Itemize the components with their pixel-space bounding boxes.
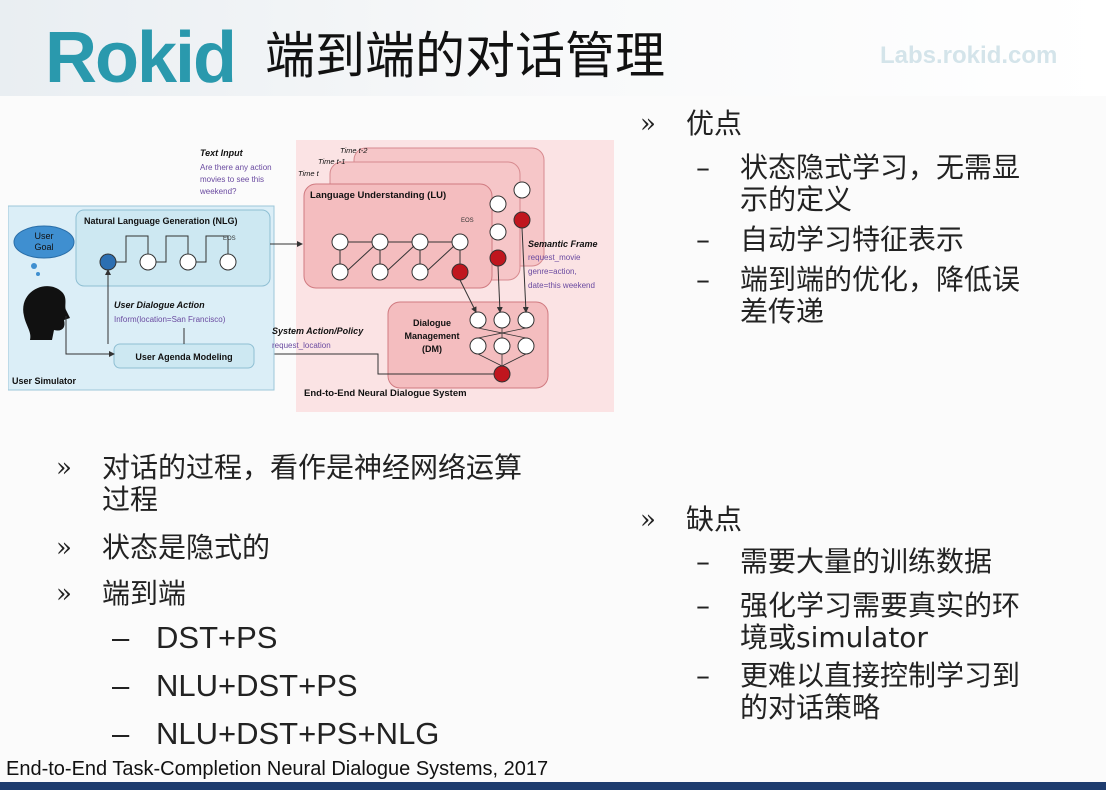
lu-node <box>371 233 389 251</box>
dash-marker: – <box>696 151 710 184</box>
dm-node <box>469 337 487 355</box>
time-label-t: Time t <box>298 169 320 178</box>
left-bullet-line: 状态是隐式的 <box>102 531 271 564</box>
text-input-line: movies to see this <box>200 175 264 184</box>
e2e-dialogue-diagram: Language Understanding (LU) Time t-2 Tim… <box>8 140 614 412</box>
nlg-start-node <box>99 253 117 271</box>
bullet-marker: » <box>56 453 72 483</box>
frame-line: request_movie <box>528 253 581 262</box>
dm-node <box>517 311 535 329</box>
bullet-marker: » <box>640 505 656 535</box>
text-input-line: weekend? <box>199 187 237 196</box>
nlg-title: Natural Language Generation (NLG) <box>84 216 238 226</box>
bullet-marker: » <box>56 533 72 563</box>
lu-output-node <box>489 249 507 267</box>
lu-eos-label: EOS <box>461 218 474 224</box>
dm-node <box>469 311 487 329</box>
request-location-text: request_location <box>272 341 331 350</box>
pros-item-line: 差传递 <box>740 295 825 328</box>
pros-item-line: 示的定义 <box>740 183 853 216</box>
lu-node <box>489 195 507 213</box>
dash-marker: – <box>112 716 130 751</box>
footer-citation: End-to-End Task-Completion Neural Dialog… <box>6 758 549 780</box>
dm-label: (DM) <box>422 344 442 354</box>
lu-node <box>411 263 429 281</box>
left-sub-text: NLU+DST+PS+NLG <box>156 716 440 751</box>
dash-marker: – <box>696 263 710 296</box>
lu-output-node <box>513 211 531 229</box>
nlg-node <box>139 253 157 271</box>
slide-title: 端到端的对话管理 <box>265 27 665 85</box>
user-simulator-label: User Simulator <box>12 376 77 386</box>
dm-node <box>493 311 511 329</box>
dash-marker: – <box>696 589 710 622</box>
time-label-t2: Time t-2 <box>340 146 368 155</box>
left-bullet-line: 过程 <box>102 483 159 516</box>
user-goal-label: Goal <box>34 242 53 252</box>
dash-marker: – <box>112 620 130 655</box>
left-sub-text: NLU+DST+PS <box>156 668 358 703</box>
user-dialogue-action-title: User Dialogue Action <box>114 300 205 310</box>
nlg-node <box>179 253 197 271</box>
cons-item-line: 强化学习需要真实的环 <box>740 589 1021 622</box>
inform-text: Inform(location=San Francisco) <box>114 315 226 324</box>
cons-item-line: 更难以直接控制学习到 <box>740 659 1021 692</box>
user-goal-label: User <box>34 231 53 241</box>
e2e-caption: End-to-End Neural Dialogue System <box>304 388 467 399</box>
left-bullet-line: 端到端 <box>102 577 187 610</box>
site-watermark: Labs.rokid.com <box>880 42 1058 69</box>
lu-title: Language Understanding (LU) <box>310 190 446 201</box>
lu-node <box>489 223 507 241</box>
dash-marker: – <box>696 223 710 256</box>
dash-marker: – <box>696 545 710 578</box>
rokid-logo: Rokid <box>45 18 237 98</box>
lu-node <box>411 233 429 251</box>
cons-label: 缺点 <box>686 503 743 536</box>
frame-line: date=this weekend <box>528 281 595 290</box>
lu-node <box>331 263 349 281</box>
nlg-eos-label: EOS <box>223 236 236 242</box>
bullet-marker: » <box>56 579 72 609</box>
dm-label: Management <box>404 331 459 341</box>
lu-node <box>331 233 349 251</box>
time-label-t1: Time t-1 <box>318 157 345 166</box>
left-sub-text: DST+PS <box>156 620 278 655</box>
lu-node <box>513 181 531 199</box>
user-agenda-label: User Agenda Modeling <box>135 352 232 362</box>
left-bullet-line: 对话的过程，看作是神经网络运算 <box>102 451 523 484</box>
cons-item-line: 需要大量的训练数据 <box>740 545 993 578</box>
pros-item-line: 自动学习特征表示 <box>740 223 965 256</box>
text-input-title: Text Input <box>200 148 244 158</box>
frame-line: genre=action, <box>528 267 577 276</box>
dm-output-node <box>493 365 511 383</box>
nlg-node <box>219 253 237 271</box>
bottom-bar <box>0 782 1106 790</box>
thought-dot <box>31 263 37 269</box>
dash-marker: – <box>112 668 130 703</box>
dm-node <box>517 337 535 355</box>
dm-node <box>493 337 511 355</box>
lu-node <box>371 263 389 281</box>
dm-label: Dialogue <box>413 318 451 328</box>
cons-item-line: 境或simulator <box>740 621 928 654</box>
lu-output-node <box>451 263 469 281</box>
pros-label: 优点 <box>686 107 743 140</box>
text-input-line: Are there any action <box>200 163 272 172</box>
lu-node <box>451 233 469 251</box>
thought-dot <box>36 272 40 276</box>
semantic-frame-title: Semantic Frame <box>528 239 598 249</box>
pros-item-line: 端到端的优化，降低误 <box>740 263 1021 296</box>
cons-item-line: 的对话策略 <box>740 691 881 724</box>
system-action-title: System Action/Policy <box>272 326 364 336</box>
pros-item-line: 状态隐式学习，无需显 <box>740 151 1021 184</box>
bullet-marker: » <box>640 109 656 139</box>
dash-marker: – <box>696 659 710 692</box>
